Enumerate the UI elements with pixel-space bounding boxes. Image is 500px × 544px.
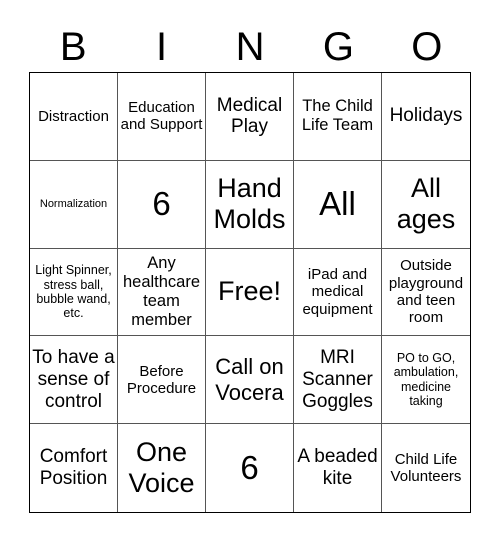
- bingo-cell[interactable]: Distraction: [30, 73, 118, 161]
- bingo-cell[interactable]: One Voice: [118, 424, 206, 512]
- bingo-cell[interactable]: Light Spinner, stress ball, bubble wand,…: [30, 248, 118, 337]
- bingo-cell[interactable]: Child Life Volunteers: [382, 424, 470, 512]
- bingo-cell[interactable]: Hand Molds: [206, 160, 294, 249]
- header-letter-g: G: [322, 25, 354, 69]
- bingo-cell[interactable]: To have a sense of control: [30, 336, 118, 425]
- header-letter-i: I: [156, 25, 168, 69]
- bingo-cell[interactable]: All ages: [382, 161, 470, 249]
- bingo-cell[interactable]: Normalization: [30, 160, 118, 249]
- bingo-cell[interactable]: Before Procedure: [118, 336, 206, 425]
- bingo-cell[interactable]: PO to GO, ambulation, medicine taking: [382, 336, 470, 425]
- bingo-cell[interactable]: All: [294, 160, 382, 249]
- bingo-cell[interactable]: Medical Play: [206, 73, 294, 161]
- header-letter-n: N: [235, 25, 265, 69]
- bingo-grid: Distraction Education and Support Medica…: [29, 72, 471, 513]
- bingo-cell[interactable]: Any healthcare team member: [118, 248, 206, 337]
- bingo-cell[interactable]: A beaded kite: [294, 424, 382, 512]
- bingo-cell[interactable]: MRI Scanner Goggles: [294, 336, 382, 425]
- free-space-cell[interactable]: Free!: [206, 248, 294, 337]
- bingo-header: B I N G O: [29, 22, 471, 72]
- bingo-cell[interactable]: Education and Support: [118, 73, 206, 161]
- bingo-cell[interactable]: Holidays: [382, 73, 470, 161]
- header-letter-o: O: [411, 25, 443, 69]
- bingo-cell[interactable]: 6: [118, 160, 206, 249]
- bingo-cell[interactable]: Call on Vocera: [206, 336, 294, 425]
- bingo-cell[interactable]: The Child Life Team: [294, 73, 382, 161]
- header-letter-b: B: [59, 25, 87, 69]
- bingo-cell[interactable]: 6: [206, 424, 294, 512]
- bingo-cell[interactable]: Comfort Position: [30, 424, 118, 512]
- bingo-cell[interactable]: iPad and medical equipment: [294, 248, 382, 337]
- bingo-cell[interactable]: Outside playground and teen room: [382, 249, 470, 337]
